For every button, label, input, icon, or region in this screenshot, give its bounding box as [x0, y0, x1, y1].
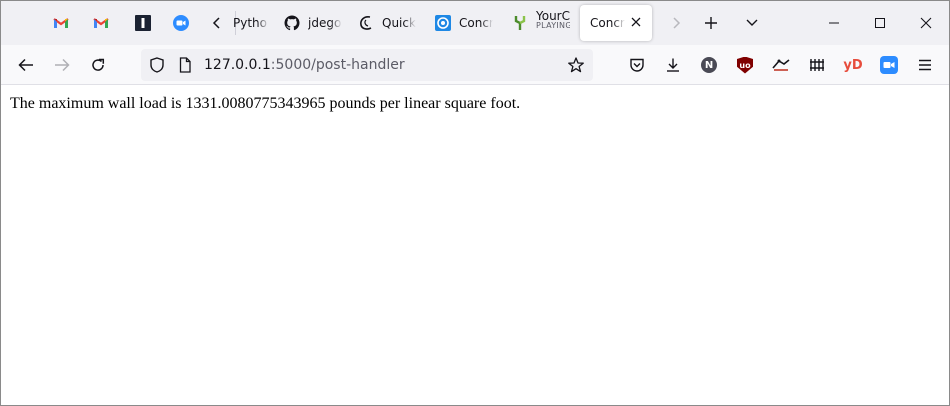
close-icon: [920, 17, 932, 29]
tab-concrete-active[interactable]: Concret: [580, 5, 652, 41]
tab-github[interactable]: jdego: [284, 5, 342, 41]
tab-title-wrap: YourC PLAYING: [536, 3, 570, 33]
tab-youtube-music[interactable]: YourC PLAYING: [512, 5, 570, 41]
notion-icon[interactable]: N: [697, 53, 721, 77]
list-all-tabs-button[interactable]: [742, 13, 762, 33]
close-window-button[interactable]: [903, 1, 949, 45]
downloads-icon[interactable]: [661, 53, 685, 77]
tab-concrete-1[interactable]: Concr: [435, 5, 493, 41]
instapaper-icon: [135, 15, 151, 31]
zoom-icon: [173, 15, 189, 31]
tab-title: Concret: [590, 16, 625, 30]
minimize-button[interactable]: [811, 1, 857, 45]
ublock-icon[interactable]: uo: [733, 53, 757, 77]
url-path: :5000/post-handler: [270, 57, 405, 73]
github-icon: [284, 15, 300, 31]
tab-title: Quick: [382, 16, 416, 30]
forward-button[interactable]: [46, 49, 78, 81]
tracking-protection-shield-icon[interactable]: [149, 57, 165, 73]
tab-title: Concr: [459, 16, 493, 30]
tab-gmail-1[interactable]: [53, 5, 69, 41]
tab-title: jdego: [308, 16, 342, 30]
bookmark-star-icon[interactable]: [568, 57, 584, 73]
browser-window: Pytho jdego Quick Concr YourC PLAYING Co…: [0, 0, 950, 406]
reload-button[interactable]: [82, 49, 114, 81]
notion-badge: N: [701, 57, 717, 73]
yd-label: yD: [843, 57, 863, 73]
plus-icon: [705, 17, 717, 29]
menu-icon[interactable]: [913, 53, 937, 77]
gmail-icon: [53, 15, 69, 31]
ublock-badge: uo: [737, 56, 753, 74]
chevron-right-icon: [673, 17, 681, 29]
arrow-right-icon: [55, 58, 70, 72]
arrow-left-icon: [18, 58, 33, 72]
minimize-icon: [829, 22, 839, 24]
close-tab-icon[interactable]: [631, 15, 643, 31]
tab-instapaper[interactable]: [135, 5, 151, 41]
chevron-left-icon: [212, 17, 220, 29]
tab-strip: Pytho jdego Quick Concr YourC PLAYING Co…: [1, 1, 949, 45]
tab-scroll-right-button[interactable]: [666, 13, 686, 33]
youtube-music-icon: [512, 15, 528, 31]
page-content: The maximum wall load is 1331.0080775343…: [1, 86, 949, 405]
tab-quick[interactable]: Quick: [358, 5, 416, 41]
maximize-button[interactable]: [857, 1, 903, 45]
concrete-icon: [435, 15, 451, 31]
navigation-toolbar: 127.0.0.1:5000/post-handler N uo yD: [1, 45, 949, 85]
url-host: 127.0.0.1: [204, 57, 271, 73]
yd-icon[interactable]: yD: [841, 53, 865, 77]
extension-icon[interactable]: [769, 53, 793, 77]
library-icon[interactable]: [805, 53, 829, 77]
tab-title: Pytho: [233, 16, 269, 30]
tab-python[interactable]: Pytho: [223, 5, 269, 41]
tab-zoom[interactable]: [173, 5, 189, 41]
gmail-icon: [93, 15, 109, 31]
url-text[interactable]: 127.0.0.1:5000/post-handler: [204, 57, 405, 73]
quick-icon: [358, 15, 374, 31]
back-button[interactable]: [10, 49, 42, 81]
result-text: The maximum wall load is 1331.0080775343…: [10, 95, 521, 112]
page-info-icon[interactable]: [177, 57, 193, 73]
zoom-extension-icon[interactable]: [877, 53, 901, 77]
pocket-icon[interactable]: [625, 53, 649, 77]
tab-gmail-2[interactable]: [93, 5, 109, 41]
url-bar[interactable]: 127.0.0.1:5000/post-handler: [141, 49, 593, 81]
maximize-icon: [875, 18, 885, 28]
reload-icon: [92, 58, 105, 71]
tab-playing-label: PLAYING: [536, 21, 570, 30]
new-tab-button[interactable]: [701, 13, 721, 33]
chevron-down-icon: [746, 19, 758, 26]
